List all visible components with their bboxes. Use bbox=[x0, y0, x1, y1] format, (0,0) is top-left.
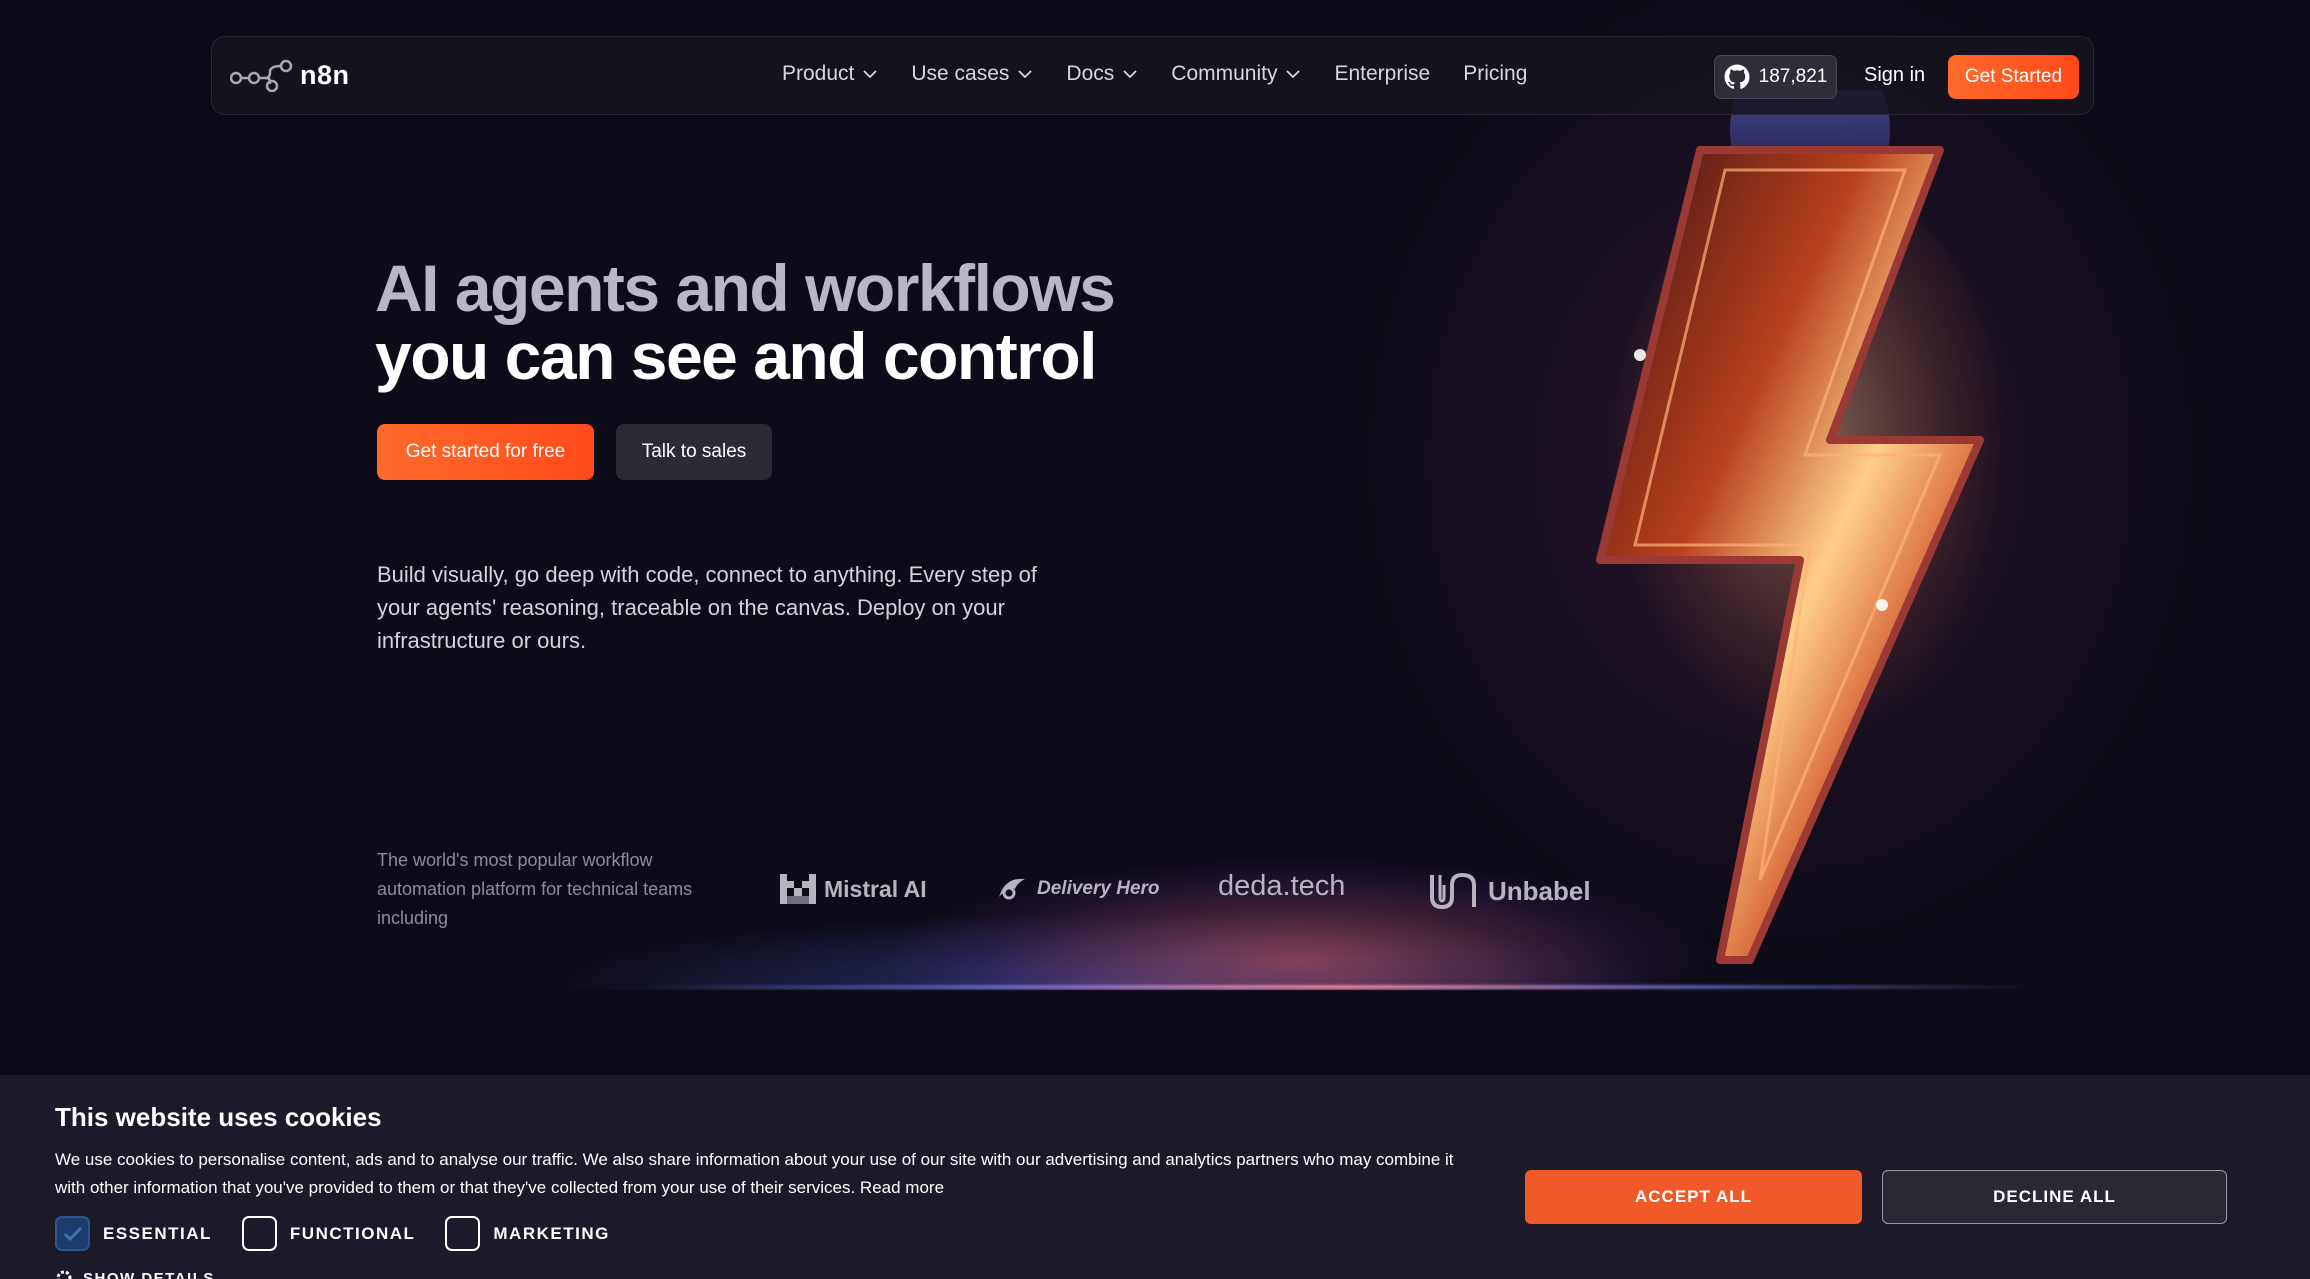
cookie-option-label: MARKETING bbox=[493, 1223, 610, 1243]
nav-item-label: Community bbox=[1171, 62, 1278, 85]
decline-all-button[interactable]: DECLINE ALL bbox=[1882, 1170, 2227, 1224]
accept-all-button[interactable]: ACCEPT ALL bbox=[1525, 1170, 1862, 1224]
nav-item-docs[interactable]: Docs bbox=[1066, 62, 1138, 86]
nav-item-label: Docs bbox=[1066, 62, 1115, 85]
nav-item-product[interactable]: Product bbox=[782, 62, 878, 86]
cookie-option-marketing[interactable]: MARKETING bbox=[445, 1216, 609, 1251]
talk-to-sales-button[interactable]: Talk to sales bbox=[616, 424, 772, 480]
chevron-down-icon bbox=[1018, 70, 1033, 79]
cookie-option-label: FUNCTIONAL bbox=[289, 1223, 416, 1243]
get-started-button[interactable]: Get Started bbox=[1948, 55, 2079, 99]
github-star-count: 187,821 bbox=[1758, 66, 1828, 87]
brand-name: deda.tech bbox=[1218, 870, 1346, 902]
nav-item-label: Enterprise bbox=[1334, 62, 1431, 85]
chevron-down-icon bbox=[863, 70, 878, 79]
gear-icon bbox=[56, 1270, 72, 1279]
show-details-label: SHOW DETAILS bbox=[83, 1269, 215, 1279]
chevron-down-icon bbox=[1286, 70, 1301, 79]
nav-item-pricing[interactable]: Pricing bbox=[1463, 62, 1527, 86]
hero-title-line1: AI agents and workflows bbox=[375, 251, 1116, 325]
lightning-bolt-illustration bbox=[1596, 90, 2010, 964]
hero-title: AI agents and workflows you can see and … bbox=[375, 251, 1116, 393]
github-stars-button[interactable]: 187,821 bbox=[1714, 55, 1837, 99]
nav-item-label: Product bbox=[782, 62, 855, 85]
unbabel-icon bbox=[1430, 872, 1476, 910]
nav-item-label: Use cases bbox=[911, 62, 1010, 85]
cookie-options: ESSENTIAL FUNCTIONAL MARKETING bbox=[55, 1216, 640, 1251]
mistral-ai-logo: Mistral AI bbox=[780, 874, 927, 904]
unbabel-logo: Unbabel bbox=[1428, 871, 1591, 911]
functional-checkbox[interactable] bbox=[241, 1216, 277, 1251]
marketing-checkbox[interactable] bbox=[445, 1216, 481, 1251]
get-started-free-button[interactable]: Get started for free bbox=[377, 424, 594, 480]
brand-name: Delivery Hero bbox=[1037, 878, 1160, 899]
cookie-banner: This website uses cookies We use cookies… bbox=[0, 1075, 2310, 1279]
nav-item-community[interactable]: Community bbox=[1171, 62, 1301, 86]
cookie-option-functional[interactable]: FUNCTIONAL bbox=[241, 1216, 416, 1251]
hero-description: Build visually, go deep with code, conne… bbox=[377, 562, 1037, 653]
brand-name: Mistral AI bbox=[824, 875, 927, 902]
essential-checkbox[interactable] bbox=[55, 1216, 90, 1251]
logo-text: n8n bbox=[300, 59, 350, 90]
hero-title-line2: you can see and control bbox=[375, 319, 1098, 393]
mistral-icon bbox=[780, 874, 816, 904]
nav-item-label: Pricing bbox=[1463, 62, 1528, 85]
top-navigation: n8n Product Use cases Docs Community Ent… bbox=[211, 36, 2094, 115]
cookie-title: This website uses cookies bbox=[55, 1102, 382, 1132]
checkmark-icon bbox=[63, 1226, 82, 1241]
brand-name: Unbabel bbox=[1488, 875, 1591, 906]
cookie-option-essential[interactable]: ESSENTIAL bbox=[55, 1216, 212, 1251]
chevron-down-icon bbox=[1123, 70, 1137, 79]
deda-tech-logo: deda.tech bbox=[1218, 870, 1345, 903]
customers-tagline: The world's most popular workflow automa… bbox=[377, 850, 693, 928]
github-icon bbox=[1724, 64, 1750, 89]
show-details-toggle[interactable]: SHOW DETAILS bbox=[55, 1269, 215, 1279]
cookie-description: We use cookies to personalise content, a… bbox=[55, 1150, 1454, 1197]
cookie-option-label: ESSENTIAL bbox=[103, 1223, 212, 1243]
delivery-hero-logo: Delivery Hero bbox=[995, 875, 1160, 903]
delivery-hero-icon bbox=[999, 878, 1025, 900]
n8n-logo[interactable]: n8n bbox=[230, 58, 350, 92]
nav-item-enterprise[interactable]: Enterprise bbox=[1334, 62, 1430, 86]
nav-links: Product Use cases Docs Community Enterpr… bbox=[782, 62, 1560, 86]
sign-in-link[interactable]: Sign in bbox=[1864, 64, 1925, 87]
nav-item-use-cases[interactable]: Use cases bbox=[911, 62, 1033, 86]
n8n-logo-icon bbox=[230, 59, 293, 92]
